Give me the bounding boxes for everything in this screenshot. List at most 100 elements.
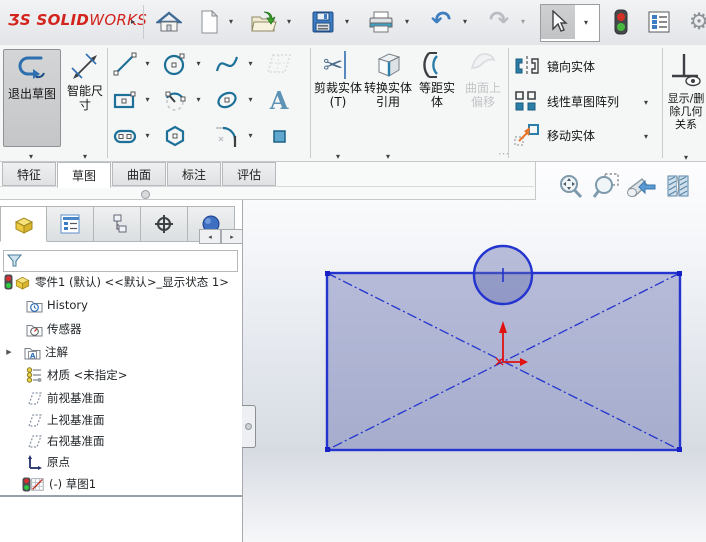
ellipse-dropdown[interactable]: ▾ bbox=[244, 85, 257, 115]
sketch-icon bbox=[31, 478, 44, 491]
print-button[interactable] bbox=[364, 6, 398, 38]
home-button[interactable] bbox=[152, 6, 186, 38]
tab-sketch[interactable]: 草图 bbox=[57, 162, 112, 188]
tree-splitter[interactable] bbox=[0, 495, 242, 497]
spline-dropdown[interactable]: ▾ bbox=[244, 49, 257, 79]
slot-dropdown[interactable]: ▾ bbox=[141, 121, 154, 151]
settings-button[interactable]: ⚙ bbox=[684, 6, 706, 38]
tab-surfaces[interactable]: 曲面 bbox=[112, 162, 167, 186]
convert-dropdown[interactable]: ▾ bbox=[364, 148, 412, 162]
display-relations-icon bbox=[672, 54, 701, 87]
select-button[interactable] bbox=[541, 5, 575, 39]
point-tool[interactable] bbox=[264, 121, 294, 151]
section-view-button[interactable] bbox=[662, 170, 694, 202]
logo-bold: SOLID bbox=[36, 11, 90, 29]
rebuild-button[interactable] bbox=[610, 6, 632, 38]
linear-pattern-dropdown[interactable]: ▾ bbox=[644, 94, 648, 108]
menu-expander-icon[interactable]: ▸ bbox=[126, 6, 140, 38]
zoom-to-fit-button[interactable] bbox=[554, 170, 586, 202]
panel-collapse-handle[interactable] bbox=[242, 405, 256, 448]
sketch-canvas[interactable] bbox=[243, 162, 706, 542]
tree-item-history[interactable]: History bbox=[26, 294, 266, 316]
previous-view-button[interactable] bbox=[626, 170, 658, 202]
expand-caret-icon[interactable]: ▶ bbox=[4, 348, 14, 356]
panel-tab-scroll-right[interactable]: ▸ bbox=[221, 229, 243, 244]
undo-button[interactable]: ↶ bbox=[426, 6, 456, 38]
tab-markup[interactable]: 标注 bbox=[167, 162, 222, 186]
offset-entities-label: 等距实体 bbox=[418, 81, 455, 109]
open-dropdown[interactable]: ▾ bbox=[282, 6, 296, 38]
arc-tool[interactable] bbox=[160, 85, 190, 115]
text-tool[interactable]: A bbox=[264, 85, 294, 115]
new-document-button[interactable] bbox=[196, 6, 222, 38]
display-relations-button[interactable]: 显示/删除几何关系 bbox=[665, 50, 706, 131]
undo-dropdown[interactable]: ▾ bbox=[458, 6, 472, 38]
redo-dropdown[interactable]: ▾ bbox=[516, 6, 530, 38]
circle-dropdown[interactable]: ▾ bbox=[192, 49, 205, 79]
tree-item-top-plane[interactable]: 上视基准面 bbox=[26, 409, 266, 431]
move-entities-button[interactable]: 移动实体 bbox=[513, 123, 595, 147]
polygon-tool[interactable] bbox=[160, 121, 190, 151]
fillet-tool[interactable] bbox=[212, 121, 242, 151]
annotations-folder-icon: A bbox=[24, 347, 41, 360]
trim-dropdown[interactable]: ▾ bbox=[314, 148, 362, 162]
slot-icon bbox=[113, 129, 137, 144]
tree-filter-input[interactable] bbox=[25, 252, 237, 270]
open-button[interactable] bbox=[248, 6, 280, 38]
vertex-point bbox=[325, 271, 330, 276]
panel-tab-scroll-left[interactable]: ◂ bbox=[199, 229, 221, 244]
convert-entities-button[interactable]: 转换实体引用 bbox=[364, 49, 412, 145]
svg-text:A: A bbox=[30, 352, 36, 360]
save-dropdown[interactable]: ▾ bbox=[340, 6, 354, 38]
tree-item-annotations[interactable]: ▶ A 注解 bbox=[4, 341, 244, 363]
offset-entities-button[interactable]: 等距实体 bbox=[414, 49, 460, 145]
tab-feature-tree[interactable] bbox=[0, 206, 47, 242]
exit-sketch-button[interactable]: 退出草图 bbox=[3, 49, 61, 147]
tree-item-front-plane[interactable]: 前视基准面 bbox=[26, 387, 266, 409]
trim-entities-button[interactable]: ✂ 剪裁实体(T) bbox=[314, 49, 362, 145]
smart-dimension-dropdown[interactable]: ▾ bbox=[64, 148, 106, 162]
graphics-area[interactable] bbox=[243, 162, 706, 542]
surface-offset-button[interactable]: 曲面上偏移 bbox=[460, 49, 506, 145]
command-manager-tab-strip: 特征 草图 曲面 标注 评估 bbox=[0, 162, 536, 200]
fillet-dropdown[interactable]: ▾ bbox=[244, 121, 257, 151]
tree-item-origin[interactable]: 原点 bbox=[26, 451, 266, 473]
sketch-picture-tool[interactable] bbox=[264, 49, 294, 79]
tree-item-material[interactable]: 材质 <未指定> bbox=[26, 364, 266, 386]
redo-button[interactable]: ↷ bbox=[484, 6, 514, 38]
tab-features[interactable]: 特征 bbox=[2, 162, 57, 186]
rectangle-tool[interactable] bbox=[110, 85, 140, 115]
slot-tool[interactable] bbox=[110, 121, 140, 151]
mirror-entities-button[interactable]: 镜向实体 bbox=[513, 55, 595, 77]
tree-item-right-plane[interactable]: 右视基准面 bbox=[26, 430, 266, 452]
options-list-button[interactable] bbox=[646, 6, 672, 38]
tab-dimxpert-manager[interactable] bbox=[141, 206, 188, 242]
ribbon-collapse-handle[interactable] bbox=[141, 190, 150, 199]
move-entities-dropdown[interactable]: ▾ bbox=[644, 128, 648, 142]
plane-icon bbox=[28, 413, 42, 427]
line-tool[interactable] bbox=[110, 49, 140, 79]
ribbon-overflow-dots[interactable]: ⋯ bbox=[498, 147, 510, 160]
save-button[interactable] bbox=[308, 6, 338, 38]
select-dropdown[interactable]: ▾ bbox=[575, 5, 597, 41]
circle-tool[interactable] bbox=[160, 49, 190, 79]
zoom-to-area-button[interactable] bbox=[590, 170, 622, 202]
tree-root-part[interactable]: 零件1 (默认) <<默认>_显示状态 1> bbox=[4, 271, 244, 293]
ellipse-tool[interactable] bbox=[212, 85, 242, 115]
spline-tool[interactable] bbox=[212, 49, 242, 79]
display-relations-dropdown[interactable]: ▾ bbox=[665, 149, 706, 163]
arc-dropdown[interactable]: ▾ bbox=[192, 85, 205, 115]
tree-item-sketch1[interactable]: (-) 草图1 bbox=[22, 473, 262, 495]
exit-sketch-dropdown[interactable]: ▾ bbox=[3, 148, 59, 162]
smart-dimension-button[interactable]: 智能尺寸 bbox=[64, 49, 106, 145]
tab-configuration-manager[interactable] bbox=[94, 206, 141, 242]
line-dropdown[interactable]: ▾ bbox=[141, 49, 154, 79]
print-dropdown[interactable]: ▾ bbox=[400, 6, 414, 38]
tab-evaluate[interactable]: 评估 bbox=[222, 162, 277, 186]
tab-property-manager[interactable] bbox=[47, 206, 94, 242]
rectangle-dropdown[interactable]: ▾ bbox=[141, 85, 154, 115]
tree-item-sensors[interactable]: 传感器 bbox=[26, 318, 266, 340]
new-document-dropdown[interactable]: ▾ bbox=[224, 6, 238, 38]
linear-pattern-button[interactable]: 线性草图阵列 bbox=[513, 89, 619, 113]
sketch-circle[interactable] bbox=[472, 244, 534, 306]
